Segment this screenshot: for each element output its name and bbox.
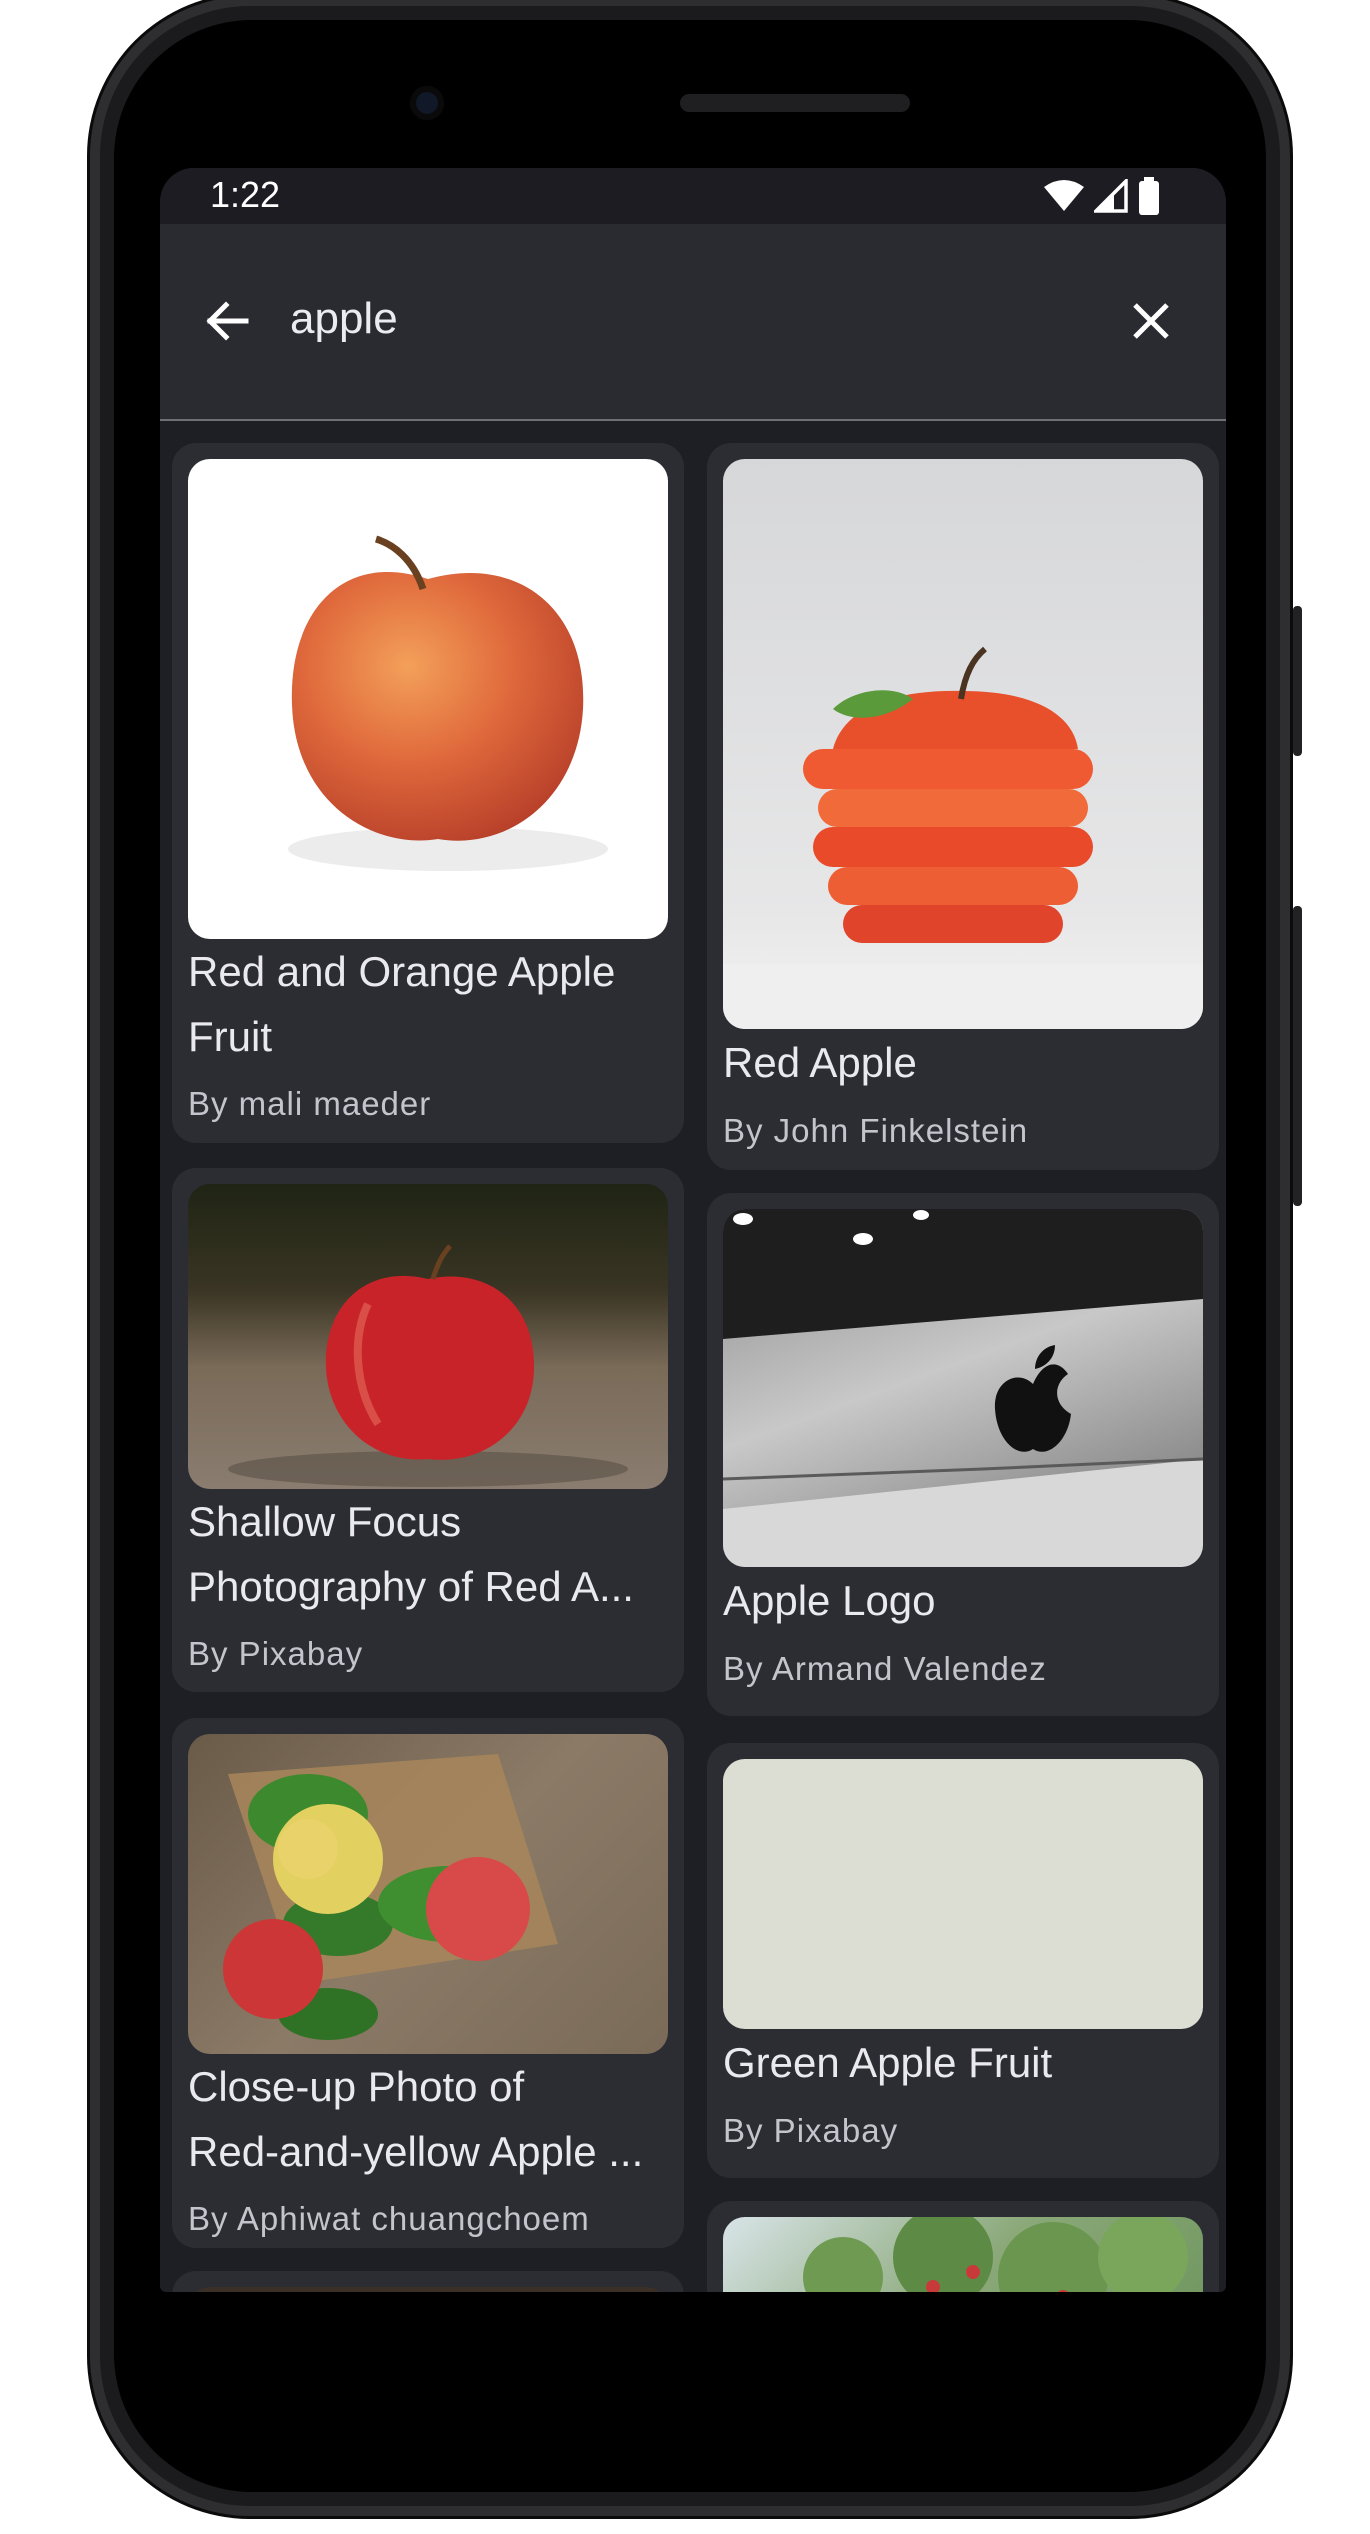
result-author: By Armand Valendez: [723, 1650, 1047, 1687]
status-icons: [1044, 176, 1160, 216]
result-image: [723, 1209, 1203, 1567]
results-grid: Red and Orange Apple Fruit By mali maede…: [160, 431, 1226, 2292]
clear-search-button[interactable]: [1120, 290, 1182, 352]
result-card[interactable]: Shallow Focus Photography of Red A... By…: [172, 1168, 684, 1692]
sliced-apple-photo: [723, 646, 1203, 1029]
result-image: [188, 1734, 668, 2054]
result-image: [723, 459, 1203, 1029]
search-app-bar: [160, 224, 1226, 421]
result-image: [723, 2217, 1203, 2292]
volume-button: [1293, 906, 1302, 1206]
apple-photo: [288, 535, 608, 871]
apples-on-burlap-photo: [223, 1754, 558, 2040]
front-camera: [410, 86, 444, 120]
arrow-left-icon: [206, 301, 249, 341]
result-title-line2: Red-and-yellow Apple ...: [188, 2128, 644, 2175]
result-author: By mali maeder: [188, 1085, 432, 1122]
result-card[interactable]: [707, 2201, 1219, 2292]
result-card[interactable]: Close-up Photo of Red-and-yellow Apple .…: [172, 1718, 684, 2248]
apple-tree-photo: [803, 2217, 1188, 2292]
result-title: Red Apple: [723, 1039, 917, 1086]
result-image: [188, 2287, 668, 2292]
status-bar: 1:22: [160, 168, 1226, 224]
status-time: 1:22: [210, 174, 281, 215]
close-icon: [1133, 303, 1169, 339]
result-card[interactable]: Red and Orange Apple Fruit By mali maede…: [172, 443, 684, 1143]
search-input[interactable]: [290, 284, 1110, 354]
red-apple-photo: [228, 1244, 628, 1487]
signal-icon: [1094, 179, 1128, 213]
result-image: [188, 459, 668, 939]
result-author: By Pixabay: [723, 2112, 899, 2149]
result-author: By Aphiwat chuangchoem: [188, 2200, 590, 2237]
result-title: Green Apple Fruit: [723, 2039, 1053, 2086]
wifi-icon: [1044, 180, 1084, 211]
result-card[interactable]: [172, 2271, 684, 2292]
result-author: By John Finkelstein: [723, 1112, 1029, 1149]
result-image: [723, 1759, 1203, 2029]
result-image: [188, 1184, 668, 1489]
result-title: Red and Orange Apple: [188, 948, 616, 995]
app-screen: 1:22 apple Red and Orange Apple Fruit By…: [160, 168, 1226, 2292]
power-button: [1293, 606, 1302, 756]
result-author: By Pixabay: [188, 1635, 364, 1672]
result-title-line2: Fruit: [188, 1013, 272, 1060]
result-title: Shallow Focus: [188, 1498, 462, 1545]
back-button[interactable]: [196, 290, 258, 352]
battery-icon: [1139, 177, 1159, 215]
apple-logo-photo: [723, 1209, 1203, 1567]
result-card[interactable]: Red Apple By John Finkelstein: [707, 443, 1219, 1170]
result-title-line2: Photography of Red A...: [188, 1563, 634, 1610]
result-card[interactable]: Apple Logo By Armand Valendez: [707, 1193, 1219, 1716]
result-card[interactable]: Green Apple Fruit By Pixabay: [707, 1743, 1219, 2178]
earpiece-speaker: [680, 94, 910, 112]
result-title: Close-up Photo of: [188, 2063, 525, 2110]
result-title: Apple Logo: [723, 1577, 936, 1624]
